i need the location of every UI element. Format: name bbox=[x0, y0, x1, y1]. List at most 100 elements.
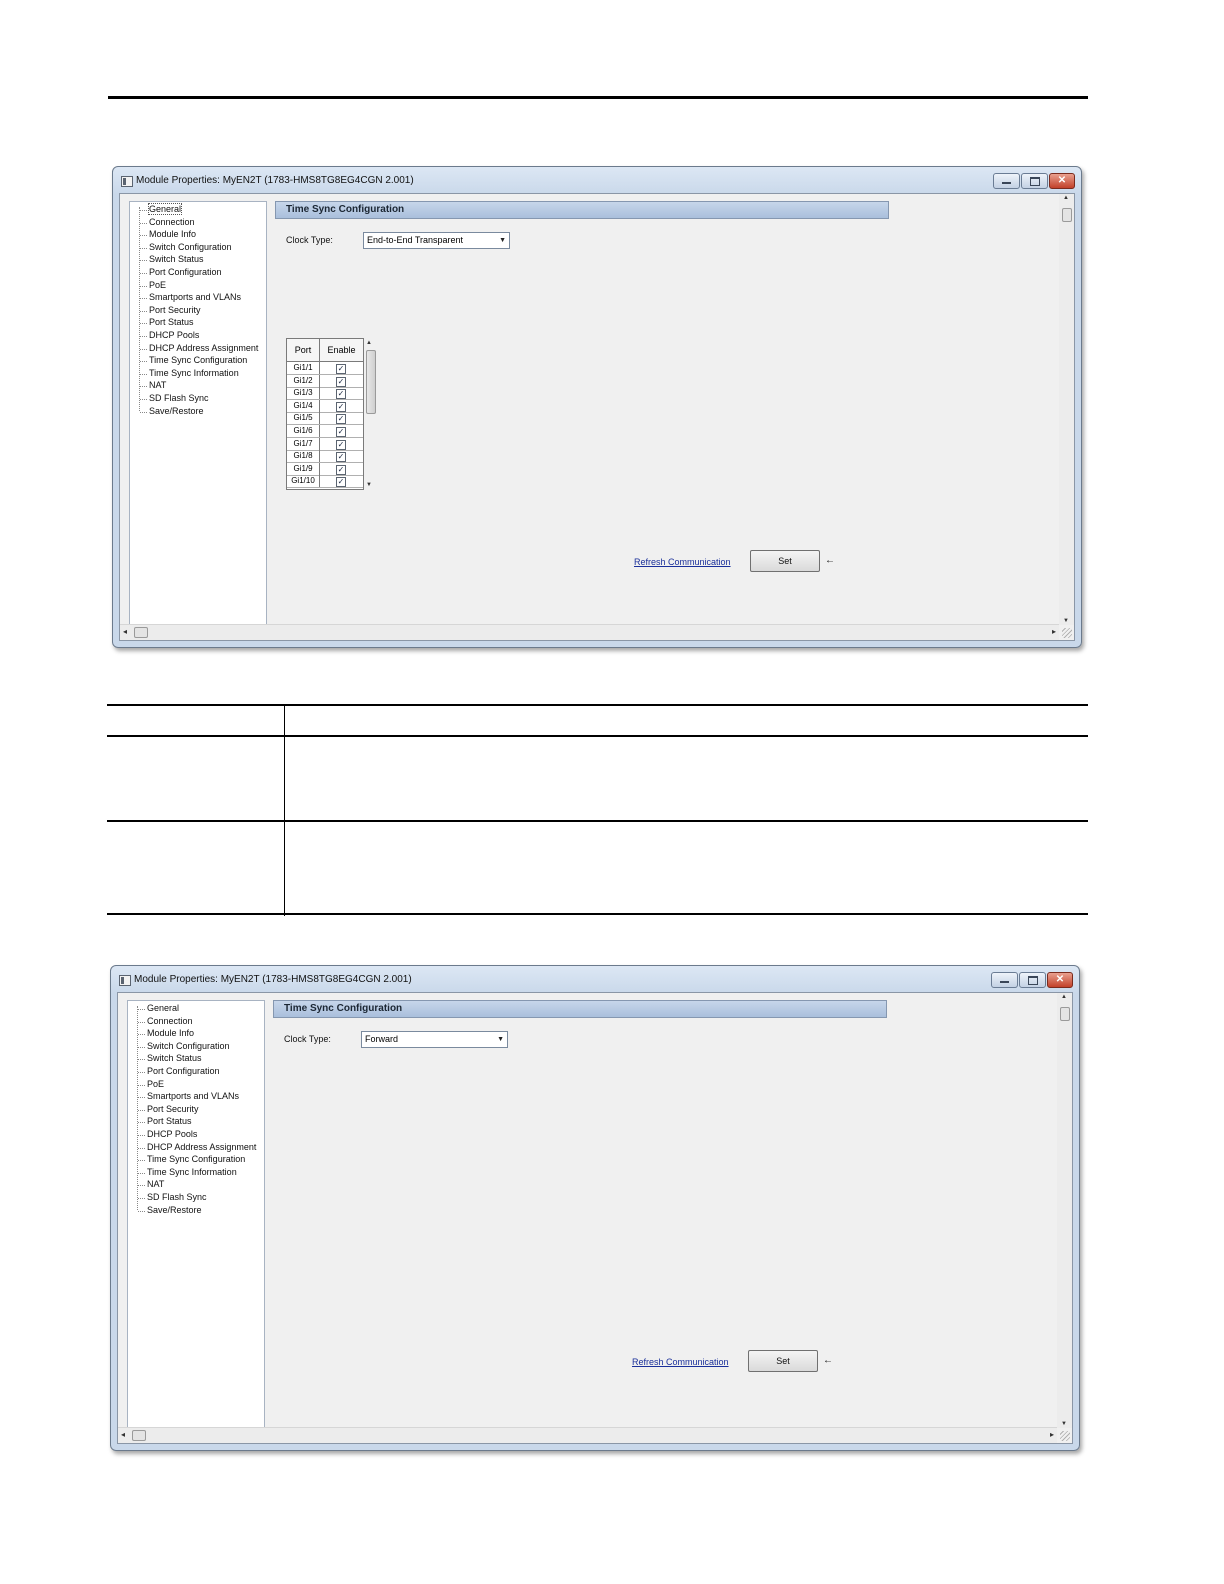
horizontal-scrollbar[interactable]: ◂ ▸ bbox=[120, 624, 1059, 640]
enable-checkbox[interactable]: ✓ bbox=[336, 389, 346, 400]
scroll-right-icon[interactable]: ▸ bbox=[1052, 627, 1056, 636]
minimize-icon bbox=[1002, 182, 1011, 184]
maximize-icon bbox=[1030, 177, 1040, 186]
tree-item-port-security[interactable]: Port Security bbox=[138, 1104, 199, 1115]
tree-item-general[interactable]: General bbox=[138, 1003, 179, 1014]
refresh-communication-link[interactable]: Refresh Communication bbox=[632, 1357, 729, 1367]
vertical-scroll-thumb[interactable] bbox=[1062, 208, 1072, 222]
scroll-down-icon[interactable]: ▼ bbox=[1063, 618, 1069, 624]
grid-scroll-thumb[interactable] bbox=[366, 350, 376, 414]
tree-item-switch-configuration[interactable]: Switch Configuration bbox=[140, 242, 232, 253]
vertical-scroll-thumb[interactable] bbox=[1060, 1007, 1070, 1021]
enable-checkbox[interactable]: ✓ bbox=[336, 414, 346, 425]
tree-item-module-info[interactable]: Module Info bbox=[140, 229, 196, 240]
tree-item-smartports-vlans[interactable]: Smartports and VLANs bbox=[138, 1091, 239, 1102]
enable-checkbox[interactable]: ✓ bbox=[336, 464, 346, 475]
tree-item-switch-status[interactable]: Switch Status bbox=[138, 1053, 202, 1064]
set-button[interactable]: Set bbox=[750, 550, 820, 572]
refresh-communication-link[interactable]: Refresh Communication bbox=[634, 557, 731, 567]
scroll-down-icon[interactable]: ▼ bbox=[366, 482, 372, 488]
clock-type-label: Clock Type: bbox=[286, 235, 333, 245]
maximize-button[interactable] bbox=[1019, 972, 1046, 988]
tree-item-poe[interactable]: PoE bbox=[138, 1079, 164, 1090]
vertical-scrollbar[interactable]: ▲ ▼ bbox=[1059, 194, 1074, 625]
title-bar[interactable]: Module Properties: MyEN2T (1783-HMS8TG8E… bbox=[113, 167, 1081, 195]
tree-item-dhcp-pools[interactable]: DHCP Pools bbox=[138, 1129, 197, 1140]
resize-grip-icon[interactable] bbox=[1062, 628, 1072, 638]
tree-item-port-configuration[interactable]: Port Configuration bbox=[138, 1066, 220, 1077]
horizontal-scroll-thumb[interactable] bbox=[134, 627, 148, 638]
clock-type-value: End-to-End Transparent bbox=[367, 235, 464, 245]
tree-item-sd-flash-sync[interactable]: SD Flash Sync bbox=[140, 393, 209, 404]
enable-checkbox[interactable]: ✓ bbox=[336, 439, 346, 450]
horizontal-scroll-thumb[interactable] bbox=[132, 1430, 146, 1441]
app-icon bbox=[119, 975, 131, 986]
horizontal-scrollbar[interactable]: ◂ ▸ bbox=[118, 1427, 1057, 1443]
close-icon: ✕ bbox=[1057, 175, 1067, 186]
tree-item-nat[interactable]: NAT bbox=[138, 1179, 164, 1190]
tree-item-port-configuration[interactable]: Port Configuration bbox=[140, 267, 222, 278]
scroll-up-icon[interactable]: ▲ bbox=[1061, 994, 1067, 1000]
table-row: Gi1/7 ✓ bbox=[287, 437, 363, 451]
table-row: Gi1/10 ✓ bbox=[287, 475, 363, 489]
chevron-down-icon: ▼ bbox=[499, 237, 506, 244]
table-row: Gi1/1 ✓ bbox=[287, 362, 363, 375]
chevron-down-icon: ▼ bbox=[497, 1036, 504, 1043]
tree-item-port-status[interactable]: Port Status bbox=[138, 1116, 192, 1127]
port-enable-grid: Port Enable Gi1/1 ✓ Gi1/2 ✓ Gi1/3 ✓ Gi1/4 ✓ … bbox=[286, 338, 364, 490]
tree-item-poe[interactable]: PoE bbox=[140, 280, 166, 291]
tree-item-time-sync-configuration[interactable]: Time Sync Configuration bbox=[140, 355, 247, 366]
tree-item-switch-configuration[interactable]: Switch Configuration bbox=[138, 1041, 230, 1052]
scroll-left-icon[interactable]: ◂ bbox=[123, 627, 127, 636]
tree-item-time-sync-configuration[interactable]: Time Sync Configuration bbox=[138, 1154, 245, 1165]
tree-item-dhcp-address-assignment[interactable]: DHCP Address Assignment bbox=[138, 1142, 256, 1153]
tree-item-dhcp-pools[interactable]: DHCP Pools bbox=[140, 330, 199, 341]
clock-type-dropdown[interactable]: End-to-End Transparent ▼ bbox=[363, 232, 510, 249]
title-bar[interactable]: Module Properties: MyEN2T (1783-HMS8TG8E… bbox=[111, 966, 1079, 994]
set-button[interactable]: Set bbox=[748, 1350, 818, 1372]
tree-item-time-sync-information[interactable]: Time Sync Information bbox=[140, 368, 239, 379]
client-area: General Connection Module Info Switch Co… bbox=[117, 992, 1073, 1444]
tree-item-port-security[interactable]: Port Security bbox=[140, 305, 201, 316]
arrow-left-icon: ← bbox=[823, 1355, 833, 1366]
minimize-button[interactable] bbox=[993, 173, 1020, 189]
clock-type-dropdown[interactable]: Forward ▼ bbox=[361, 1031, 508, 1048]
maximize-button[interactable] bbox=[1021, 173, 1048, 189]
tree-item-sd-flash-sync[interactable]: SD Flash Sync bbox=[138, 1192, 207, 1203]
arrow-left-icon: ← bbox=[825, 555, 835, 566]
tree-item-save-restore[interactable]: Save/Restore bbox=[140, 406, 204, 417]
resize-grip-icon[interactable] bbox=[1060, 1431, 1070, 1441]
table-rule bbox=[107, 704, 1088, 706]
section-header: Time Sync Configuration bbox=[273, 1000, 887, 1018]
scroll-right-icon[interactable]: ▸ bbox=[1050, 1430, 1054, 1439]
tree-item-smartports-vlans[interactable]: Smartports and VLANs bbox=[140, 292, 241, 303]
scroll-left-icon[interactable]: ◂ bbox=[121, 1430, 125, 1439]
tree-item-port-status[interactable]: Port Status bbox=[140, 317, 194, 328]
tree-item-time-sync-information[interactable]: Time Sync Information bbox=[138, 1167, 237, 1178]
tree-item-connection[interactable]: Connection bbox=[138, 1016, 193, 1027]
enable-checkbox[interactable]: ✓ bbox=[336, 452, 346, 463]
enable-checkbox[interactable]: ✓ bbox=[336, 477, 346, 488]
scroll-down-icon[interactable]: ▼ bbox=[1061, 1421, 1067, 1427]
close-button[interactable]: ✕ bbox=[1049, 173, 1075, 189]
grid-scrollbar[interactable]: ▲ ▼ bbox=[364, 338, 376, 488]
clock-type-value: Forward bbox=[365, 1034, 399, 1044]
enable-checkbox[interactable]: ✓ bbox=[336, 364, 346, 374]
tree-item-nat[interactable]: NAT bbox=[140, 380, 166, 391]
tree-item-connection[interactable]: Connection bbox=[140, 217, 195, 228]
tree-item-switch-status[interactable]: Switch Status bbox=[140, 254, 204, 265]
tree-item-save-restore[interactable]: Save/Restore bbox=[138, 1205, 202, 1216]
vertical-scrollbar[interactable]: ▲ ▼ bbox=[1057, 993, 1072, 1428]
close-button[interactable]: ✕ bbox=[1047, 972, 1073, 988]
tree-item-dhcp-address-assignment[interactable]: DHCP Address Assignment bbox=[140, 343, 258, 354]
app-icon bbox=[121, 176, 133, 187]
tree-item-general[interactable]: General bbox=[140, 203, 183, 215]
scroll-up-icon[interactable]: ▲ bbox=[1063, 195, 1069, 201]
scroll-up-icon[interactable]: ▲ bbox=[366, 340, 372, 346]
tree-item-module-info[interactable]: Module Info bbox=[138, 1028, 194, 1039]
enable-checkbox[interactable]: ✓ bbox=[336, 376, 346, 387]
port-cell: Gi1/2 bbox=[287, 374, 320, 387]
enable-checkbox[interactable]: ✓ bbox=[336, 401, 346, 412]
minimize-button[interactable] bbox=[991, 972, 1018, 988]
enable-checkbox[interactable]: ✓ bbox=[336, 427, 346, 437]
